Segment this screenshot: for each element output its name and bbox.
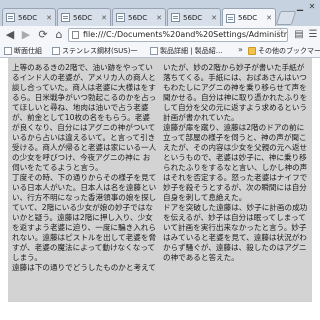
page-icon <box>171 13 180 22</box>
article-column-right: いたが、妙の2階から妙子が書いた手紙が落ちてくる。手紙には、おばあさんはいつもわ… <box>163 63 308 262</box>
browser-tab-active[interactable]: 56DC ✕ <box>222 8 276 26</box>
new-tab-button[interactable] <box>275 11 297 25</box>
minimize-icon[interactable]: ▁ <box>294 2 306 12</box>
address-bar[interactable]: file:///C:/Documents%20and%20Settings/Ad… <box>68 28 288 42</box>
tab-strip: 56DC ✕ 56DC ✕ 56DC ✕ 56DC ✕ 56DC ✕ ▁ ✕ <box>0 0 320 27</box>
page-icon <box>6 13 15 22</box>
bookmark-item[interactable]: 製品詳細 | 製品紹… <box>150 46 223 56</box>
tab-close-icon[interactable]: ✕ <box>263 14 275 22</box>
tab-close-icon[interactable]: ✕ <box>208 14 220 22</box>
tab-title: 56DC <box>183 13 203 22</box>
browser-tab[interactable]: 56DC ✕ <box>167 8 221 26</box>
tab-close-icon[interactable]: ✕ <box>98 14 110 22</box>
bookmark-star-icon[interactable]: ☆ <box>276 28 285 38</box>
back-icon[interactable]: ◀ <box>3 28 17 42</box>
bookmarks-bar: 断面仕組 ステンレス鋼材(SUS)一 製品詳細 | 製品紹… » その他のブック… <box>0 44 320 58</box>
page-menu-icon[interactable]: ▤ <box>292 28 306 42</box>
more-bookmarks-icon[interactable]: » <box>238 45 243 54</box>
browser-tab[interactable]: 56DC ✕ <box>2 8 56 26</box>
bookmark-item[interactable]: ステンレス鋼材(SUS)一 <box>52 46 137 56</box>
page-icon <box>52 47 60 55</box>
page-viewport: 上等のあるきの2階で、油い跡をやっているインド人の老婆が、アメリカ人の商人と談し… <box>0 58 320 320</box>
file-icon <box>72 31 79 39</box>
bookmark-item[interactable]: 断面仕組 <box>4 46 42 56</box>
tab-title: 56DC <box>238 14 258 22</box>
wrench-icon[interactable]: ☰ <box>306 28 320 42</box>
page-icon <box>116 13 125 22</box>
page-icon <box>4 47 12 55</box>
bookmark-label: 断面仕組 <box>14 47 42 55</box>
tab-title: 56DC <box>18 13 38 22</box>
tab-close-icon[interactable]: ✕ <box>153 14 165 22</box>
article-column-left: 上等のあるきの2階で、油い跡をやっているインド人の老婆が、アメリカ人の商人と談し… <box>12 63 157 272</box>
bookmark-label: ステンレス鋼材(SUS)一 <box>62 47 138 55</box>
bookmark-label: 製品詳細 | 製品紹… <box>160 47 223 55</box>
browser-toolbar: ◀ ▶ ⟳ ⌂ file:///C:/Documents%20and%20Set… <box>0 26 320 44</box>
page-icon <box>150 47 158 55</box>
page-icon <box>226 13 235 23</box>
home-icon[interactable]: ⌂ <box>52 28 66 42</box>
reload-icon[interactable]: ⟳ <box>36 28 50 42</box>
page-icon <box>61 13 70 22</box>
article-box: 上等のあるきの2階で、油い跡をやっているインド人の老婆が、アメリカ人の商人と談し… <box>8 58 312 302</box>
other-bookmarks-label: その他のブックマーク <box>258 47 320 55</box>
tab-title: 56DC <box>128 13 148 22</box>
address-text: file:///C:/Documents%20and%20Settings/Ad… <box>83 30 287 39</box>
tab-close-icon[interactable]: ✕ <box>43 14 55 22</box>
browser-tab[interactable]: 56DC ✕ <box>57 8 111 26</box>
other-bookmarks-folder[interactable]: その他のブックマーク <box>248 46 320 56</box>
tab-title: 56DC <box>73 13 93 22</box>
folder-icon <box>248 47 256 55</box>
close-window-icon[interactable]: ✕ <box>306 2 318 12</box>
forward-icon[interactable]: ▶ <box>19 28 33 42</box>
browser-tab[interactable]: 56DC ✕ <box>112 8 166 26</box>
